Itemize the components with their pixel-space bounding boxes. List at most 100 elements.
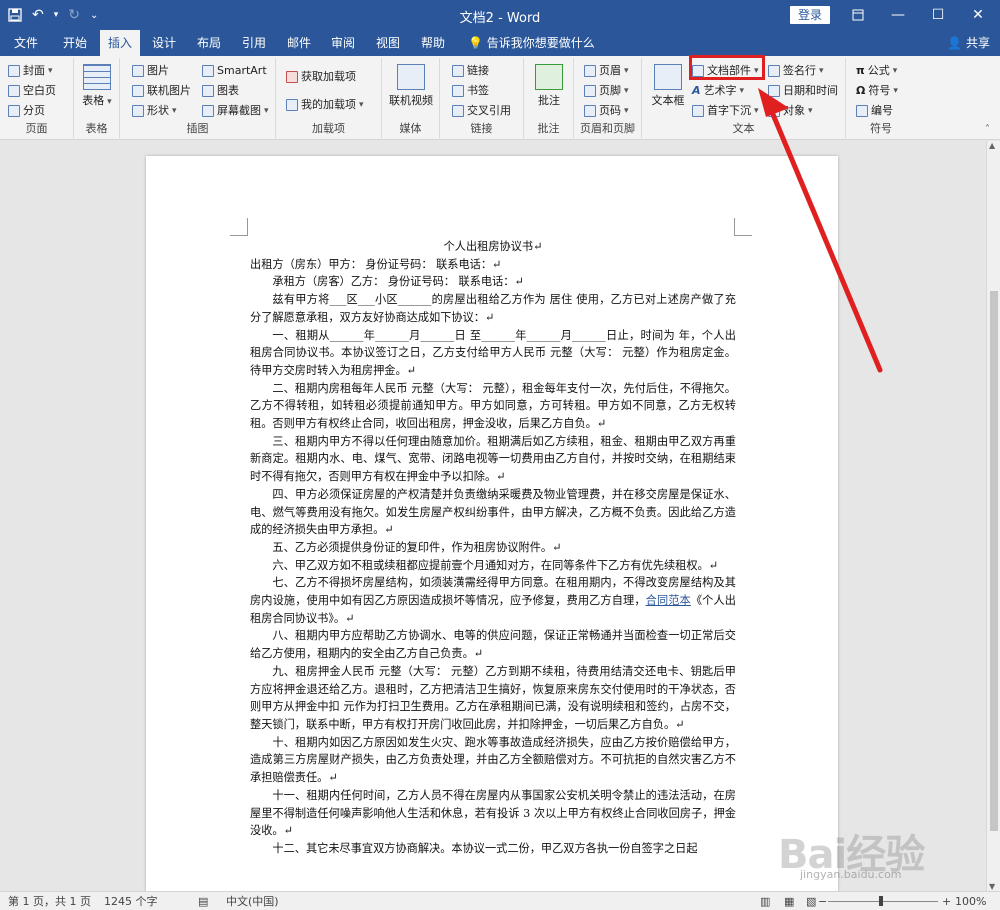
paragraph: 四、甲方必须保证房屋的产权清楚并负责缴纳采暖费及物业管理费，并在移交房屋是保证水… [250, 486, 736, 539]
group-header-footer: 页眉 页脚 页码 页眉和页脚 [574, 58, 642, 138]
group-label-pages: 页面 [25, 122, 48, 135]
page-count[interactable]: 第 1 页，共 1 页 [8, 894, 91, 909]
minimize-icon[interactable]: — [878, 0, 918, 30]
paragraph: 五、乙方必须提供身份证的复印件，作为租房协议附件。↵ [250, 539, 736, 557]
online-video-icon [397, 64, 425, 90]
share-button[interactable]: 👤 共享 [947, 30, 990, 56]
bookmark-button[interactable]: 书签 [452, 82, 489, 100]
status-bar: 第 1 页，共 1 页 1245 个字 ▤ 中文(中国) ▥ ▦ ▧ − + 1… [0, 891, 1000, 910]
tab-view[interactable]: 视图 [368, 30, 408, 56]
paragraph-text: 一、租期从______年______月______日 至______年_____… [250, 328, 736, 377]
zoom-slider[interactable] [828, 901, 938, 902]
paragraph-text: 承租方（房客）乙方： 身份证号码： 联系电话：↵ [272, 275, 524, 289]
online-picture-icon [132, 85, 144, 97]
close-icon[interactable]: ✕ [958, 0, 998, 30]
tab-review[interactable]: 审阅 [323, 30, 363, 56]
tab-insert[interactable]: 插入 [100, 30, 140, 56]
symbol-button[interactable]: Ω 符号 [856, 82, 898, 100]
paragraph: 十一、租期内任何时间，乙方人员不得在房屋内从事国家公安机关明令禁止的违法活动，在… [250, 787, 736, 840]
chart-button[interactable]: 图表 [202, 82, 239, 100]
object-button[interactable]: 对象 [768, 102, 813, 120]
scroll-down-icon[interactable]: ▼ [989, 882, 995, 891]
scroll-up-icon[interactable]: ▲ [989, 141, 995, 150]
group-label-links: 链接 [470, 122, 493, 135]
header-button[interactable]: 页眉 [584, 62, 629, 80]
tab-design[interactable]: 设计 [144, 30, 184, 56]
page-number-button[interactable]: 页码 [584, 102, 629, 120]
comment-button[interactable]: 批注 [530, 62, 568, 108]
numbering-button[interactable]: 编号 [856, 102, 893, 120]
lightbulb-icon: 💡 [468, 36, 483, 50]
drop-cap-button[interactable]: 首字下沉 [692, 102, 759, 120]
cover-page-icon [8, 65, 20, 77]
cover-page-button[interactable]: 封面 [8, 62, 53, 80]
link-button[interactable]: 链接 [452, 62, 489, 80]
cross-reference-button[interactable]: 交叉引用 [452, 102, 511, 120]
login-button[interactable]: 登录 [790, 6, 830, 24]
signature-line-button[interactable]: 签名行 [768, 62, 824, 80]
blank-page-icon [8, 85, 20, 97]
equation-button[interactable]: π 公式 [856, 62, 897, 80]
table-icon [83, 64, 111, 90]
online-video-button[interactable]: 联机视频 [386, 62, 436, 108]
zoom-out-icon[interactable]: − [818, 894, 827, 909]
group-label-symbols: 符号 [870, 122, 892, 135]
shapes-button[interactable]: 形状 [132, 102, 177, 120]
my-addins-button[interactable]: 我的加载项 [286, 96, 364, 114]
language-indicator[interactable]: 中文(中国) [226, 894, 279, 909]
group-label-text: 文本 [732, 122, 755, 135]
word-count[interactable]: 1245 个字 [104, 894, 158, 909]
cross-reference-icon [452, 105, 464, 117]
tell-me-search[interactable]: 💡 告诉我你想要做什么 [468, 30, 595, 56]
shapes-icon [132, 105, 144, 117]
omega-icon: Ω [856, 84, 866, 97]
get-addins-button[interactable]: 获取加载项 [286, 68, 356, 86]
proofing-icon[interactable]: ▤ [198, 894, 208, 909]
person-icon: 👤 [947, 36, 963, 50]
blank-page-button[interactable]: 空白页 [8, 82, 56, 100]
collapse-ribbon-icon[interactable]: ˄ [985, 124, 990, 135]
print-layout-icon[interactable]: ▦ [784, 894, 794, 909]
paragraph-text: 八、租期内甲方应帮助乙方协调水、电等的供应问题，保证正常畅通并当面检查一切正常后… [250, 629, 736, 661]
hyperlink[interactable]: 合同范本 [646, 594, 691, 607]
document-heading: 个人出租房协议书↵ [443, 240, 543, 253]
margin-corner-mark [734, 218, 752, 236]
read-mode-icon[interactable]: ▥ [760, 894, 770, 909]
title-bar: ↶ ▾ ↻ ⌄ 文档2 - Word 登录 — ☐ ✕ [0, 0, 1000, 30]
footer-icon [584, 85, 596, 97]
tab-references[interactable]: 引用 [234, 30, 274, 56]
screenshot-button[interactable]: 屏幕截图 [202, 102, 269, 120]
group-label-addins: 加载项 [312, 122, 345, 135]
footer-button[interactable]: 页脚 [584, 82, 629, 100]
vertical-scrollbar[interactable]: ▲ ▼ [986, 141, 1000, 891]
group-label-media: 媒体 [399, 122, 422, 135]
paragraph-list: 出租方（房东）甲方： 身份证号码： 联系电话：↵ 承租方（房客）乙方： 身份证号码… [250, 256, 736, 858]
ribbon-display-options-icon[interactable] [838, 0, 878, 30]
date-time-button[interactable]: 日期和时间 [768, 82, 838, 100]
web-layout-icon[interactable]: ▧ [806, 894, 816, 909]
page-break-button[interactable]: 分页 [8, 102, 45, 120]
link-icon [452, 65, 464, 77]
tab-mailings[interactable]: 邮件 [279, 30, 319, 56]
group-illustrations: 图片 联机图片 形状 SmartArt 图表 屏幕截图 插图 [120, 58, 276, 138]
wordart-button[interactable]: A 艺术字 [692, 82, 744, 100]
pictures-button[interactable]: 图片 [132, 62, 169, 80]
tab-help[interactable]: 帮助 [413, 30, 453, 56]
zoom-slider-thumb[interactable] [879, 896, 883, 906]
document-page[interactable]: 个人出租房协议书↵ 出租方（房东）甲方： 身份证号码： 联系电话：↵ 承租方（房客… [146, 156, 838, 891]
scroll-thumb[interactable] [990, 291, 998, 831]
textbox-button[interactable]: 文本框 [648, 62, 688, 108]
page-number-icon [584, 105, 596, 117]
smartart-button[interactable]: SmartArt [202, 62, 267, 80]
group-label-illustrations: 插图 [186, 122, 209, 135]
tab-file[interactable]: 文件 [6, 30, 46, 56]
table-button[interactable]: 表格 [80, 62, 114, 108]
document-body[interactable]: 个人出租房协议书↵ 出租方（房东）甲方： 身份证号码： 联系电话：↵ 承租方（房客… [250, 238, 736, 858]
zoom-in-icon[interactable]: + [942, 894, 951, 909]
maximize-icon[interactable]: ☐ [918, 0, 958, 30]
paragraph-text: 六、甲乙双方如不租或续租都应提前壹个月通知对方，在同等条件下乙方有优先续租权。↵ [272, 558, 719, 572]
online-pictures-button[interactable]: 联机图片 [132, 82, 191, 100]
zoom-level[interactable]: 100% [955, 894, 986, 909]
tab-home[interactable]: 开始 [55, 30, 95, 56]
tab-layout[interactable]: 布局 [189, 30, 229, 56]
